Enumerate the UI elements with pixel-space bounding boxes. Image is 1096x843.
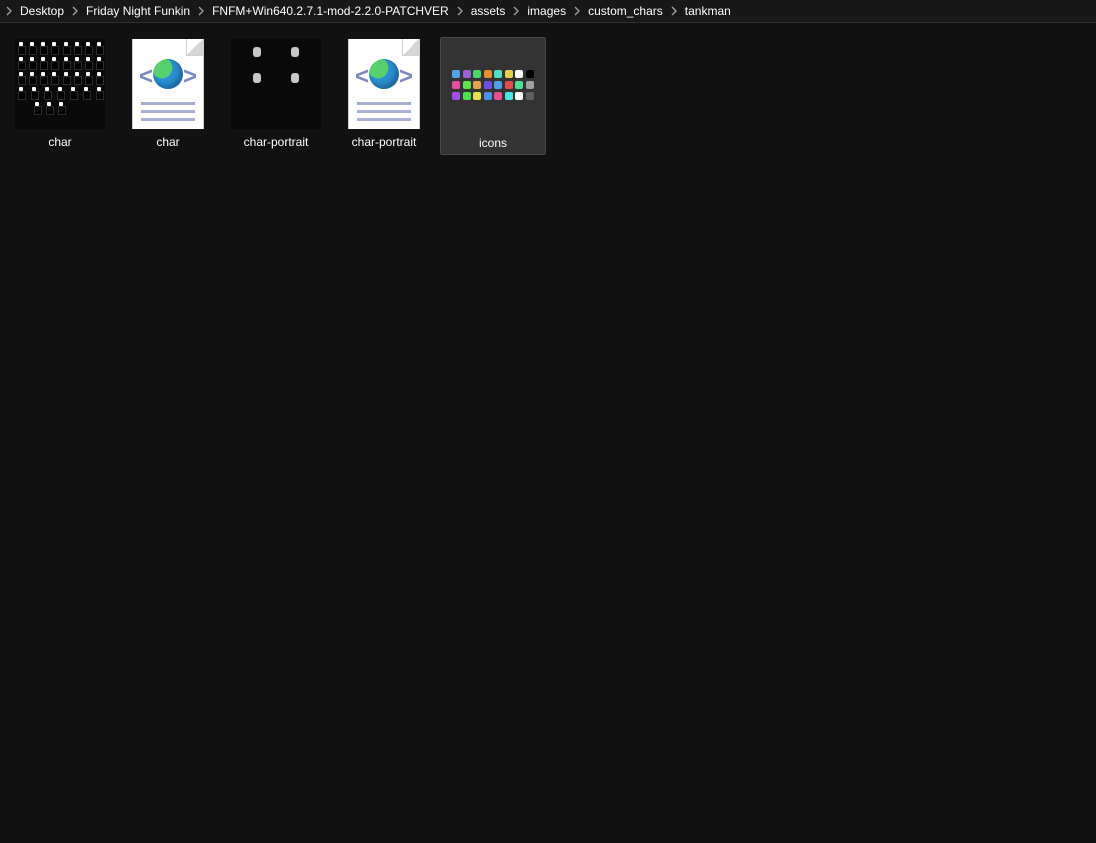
file-thumbnail: < > bbox=[123, 39, 213, 129]
chevron-right-icon bbox=[509, 6, 523, 16]
chevron-right-icon bbox=[453, 6, 467, 16]
breadcrumb-segment[interactable]: assets bbox=[467, 0, 510, 22]
file-label: char bbox=[8, 135, 112, 149]
breadcrumb-segment[interactable]: Friday Night Funkin bbox=[82, 0, 194, 22]
breadcrumb-segment[interactable]: images bbox=[523, 0, 570, 22]
file-item[interactable]: char bbox=[8, 37, 112, 153]
chevron-right-icon bbox=[570, 6, 584, 16]
xml-document-icon: < > bbox=[348, 39, 420, 129]
icons-image-icon bbox=[448, 57, 538, 113]
file-label: char bbox=[116, 135, 220, 149]
file-label: char-portrait bbox=[332, 135, 436, 149]
file-label: char-portrait bbox=[224, 135, 328, 149]
file-thumbnail bbox=[448, 40, 538, 130]
file-label: icons bbox=[441, 136, 545, 150]
file-grid: char < > char char-portrait bbox=[0, 23, 1096, 163]
file-thumbnail bbox=[15, 39, 105, 129]
file-thumbnail: < > bbox=[339, 39, 429, 129]
breadcrumb-segment[interactable]: FNFM+Win640.2.7.1-mod-2.2.0-PATCHVER bbox=[208, 0, 453, 22]
chevron-right-icon bbox=[68, 6, 82, 16]
breadcrumb: Desktop Friday Night Funkin FNFM+Win640.… bbox=[0, 0, 1096, 23]
breadcrumb-segment[interactable]: tankman bbox=[681, 0, 735, 22]
chevron-right-icon bbox=[667, 6, 681, 16]
file-item[interactable]: < > char-portrait bbox=[332, 37, 436, 153]
chevron-right-icon bbox=[194, 6, 208, 16]
file-item[interactable]: icons bbox=[440, 37, 546, 155]
breadcrumb-segment[interactable]: Desktop bbox=[16, 0, 68, 22]
file-item[interactable]: < > char bbox=[116, 37, 220, 153]
spritesheet-icon bbox=[15, 39, 105, 129]
portrait-image-icon bbox=[231, 39, 321, 129]
breadcrumb-segment[interactable]: custom_chars bbox=[584, 0, 667, 22]
chevron-right-icon bbox=[2, 6, 16, 16]
file-thumbnail bbox=[231, 39, 321, 129]
xml-document-icon: < > bbox=[132, 39, 204, 129]
file-item[interactable]: char-portrait bbox=[224, 37, 328, 153]
